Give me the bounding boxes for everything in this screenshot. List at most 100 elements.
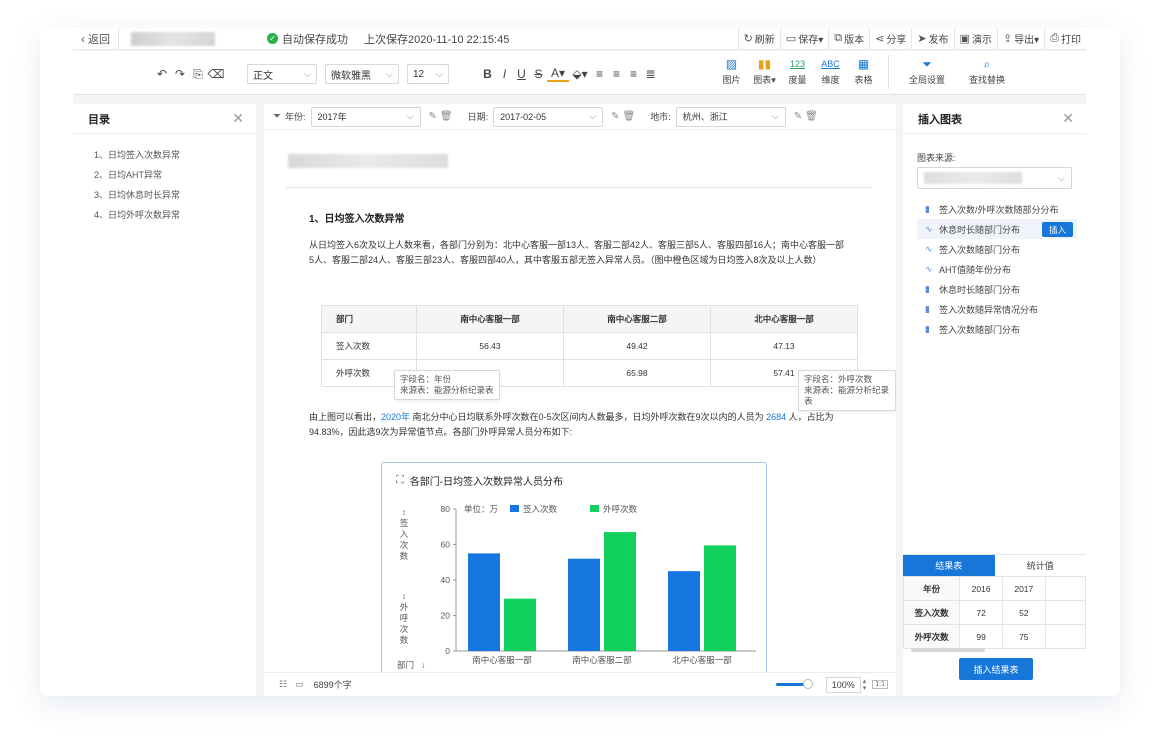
year-filter-select[interactable]: 2017年 ⌵ <box>310 106 421 127</box>
chart-list-item[interactable]: ▮ 签入次数/外呼次数随部分分布 <box>917 199 1077 219</box>
paragraph-2-text: 南北分中心日均联系外呼次数在0-5次区间内人数最多，日均外呼次数在9次以内的人员… <box>410 412 767 422</box>
table-cell[interactable]: 年份 <box>902 576 961 601</box>
date-filter-select[interactable]: 2017-02-05 ⌵ <box>493 106 604 127</box>
italic-icon[interactable]: I <box>496 67 513 81</box>
table-cell[interactable]: 2016 <box>959 576 1003 601</box>
insert-chart-button[interactable]: ▮▮ 图表▾ <box>748 55 781 89</box>
fit-page-icon[interactable]: 1:1 <box>872 680 888 689</box>
table-cell[interactable]: 签入次数 <box>902 600 961 625</box>
line-chart-icon: ∿ <box>925 263 933 274</box>
align-left-icon[interactable]: ≡ <box>591 67 608 81</box>
global-settings-button[interactable]: ⏷ 全局设置 <box>897 55 957 89</box>
chart-list-item[interactable]: ▮ 签入次数随异常情况分布 <box>917 299 1077 319</box>
paragraph-1[interactable]: 从日均签入6次及以上人数来看，各部门分别为：北中心客服一部13人、客服二部42人… <box>309 238 849 268</box>
insert-dimension-button[interactable]: ABC 维度 <box>814 55 847 89</box>
table-cell[interactable] <box>1044 600 1087 625</box>
table-cell[interactable]: 47.13 <box>710 332 858 360</box>
undo-icon[interactable]: ↶ <box>153 67 171 81</box>
close-icon[interactable]: ✕ <box>232 110 244 127</box>
chart-list-item[interactable]: ∿ AHT值随年份分布 <box>917 259 1077 279</box>
top-action-button[interactable]: ▭ 保存▾ <box>779 28 828 50</box>
top-action-button[interactable]: ▣ 演示 <box>953 28 997 50</box>
insert-result-button[interactable]: 插入结果表 <box>959 658 1033 680</box>
chart-list-item[interactable]: ▮ 休息时长随部门分布 <box>917 279 1077 299</box>
bound-field-year[interactable]: 2020年 <box>381 412 410 422</box>
horizontal-scrollbar[interactable] <box>911 648 985 652</box>
city-filter-select[interactable]: 杭州、浙江 ⌵ <box>675 106 786 127</box>
table-cell[interactable]: 外呼次数 <box>902 624 961 649</box>
result-tab[interactable]: 结果表 <box>903 555 995 576</box>
top-action-button[interactable]: ⋖ 分享 <box>869 28 911 50</box>
insert-measure-button[interactable]: 123 度量 <box>781 55 814 89</box>
table-cell[interactable]: 52 <box>1001 600 1046 625</box>
table-cell[interactable]: 72 <box>959 600 1003 625</box>
comment-icon[interactable]: ▭ <box>295 679 304 690</box>
sort-icon: ↕ <box>401 591 407 601</box>
table-cell[interactable] <box>1044 576 1087 601</box>
bar-outbound <box>504 598 536 651</box>
highlight-icon[interactable]: ⬙▾ <box>569 67 591 81</box>
find-replace-button[interactable]: ⌕ 查找替换 <box>957 55 1017 89</box>
align-right-icon[interactable]: ≡ <box>625 67 642 81</box>
chart-list: ▮ 签入次数/外呼次数随部分分布 ∿ 休息时长随部门分布 插入 ∿ 签入次数随部门分布 ∿ AH… <box>917 199 1077 339</box>
table-cell[interactable]: 75 <box>1001 624 1046 649</box>
top-action-label: 发布 <box>928 35 949 46</box>
table-cell[interactable]: 签入次数 <box>321 332 417 360</box>
publish-icon: ➤ <box>917 33 927 45</box>
edit-delete-icons[interactable]: ✎🗑 <box>429 111 456 122</box>
edit-delete-icons[interactable]: ✎🗑 <box>611 111 638 122</box>
table-cell[interactable] <box>1044 624 1087 649</box>
zoom-slider[interactable] <box>775 679 813 689</box>
top-action-button[interactable]: ↻ 刷新 <box>737 28 780 50</box>
top-action-button[interactable]: ⧉ 版本 <box>828 28 869 50</box>
align-center-icon[interactable]: ≡ <box>608 67 625 81</box>
chart-list-item[interactable]: ∿ 签入次数随部门分布 <box>917 239 1077 259</box>
paragraph-style-select[interactable]: 正文 ⌵ <box>247 64 317 84</box>
toc-item[interactable]: 2、日均AHT异常 <box>94 168 256 188</box>
font-size-select[interactable]: 12 ⌵ <box>407 64 449 84</box>
table-cell[interactable]: 99 <box>959 624 1003 649</box>
strikethrough-icon[interactable]: S <box>530 67 547 81</box>
zoom-slider-handle[interactable] <box>802 679 813 689</box>
back-button[interactable]: ‹ 返回 <box>73 28 119 50</box>
edit-delete-icons[interactable]: ✎🗑 <box>794 111 821 122</box>
toc-item[interactable]: 1、日均签入次数异常 <box>94 148 256 168</box>
table-cell[interactable]: 65.98 <box>563 359 711 387</box>
zoom-stepper-icon[interactable]: ▴ ▾ <box>863 678 867 692</box>
align-justify-icon[interactable]: ≣ <box>642 67 659 81</box>
font-color-icon[interactable]: A▾ <box>547 66 569 82</box>
toc-item[interactable]: 4、日均外呼次数异常 <box>94 208 256 228</box>
table-cell[interactable]: 2017 <box>1001 576 1046 601</box>
chart-list-item[interactable]: ▮ 签入次数随部门分布 <box>917 319 1077 339</box>
embedded-chart[interactable]: ⛶ 各部门-日均签入次数异常人员分布 ↕ 签入次数 ↕ 外呼次数 80 60 40 2… <box>381 462 767 692</box>
underline-icon[interactable]: U <box>513 67 530 81</box>
bold-icon[interactable]: B <box>479 67 496 81</box>
result-tab[interactable]: 统计值 <box>995 555 1087 576</box>
format-painter-icon[interactable]: ⎘ <box>189 67 207 82</box>
result-table[interactable]: 年份 2016 2017 签入次数 72 52 外呼次数 99 75 <box>902 576 1087 649</box>
list-icon[interactable]: ☷ <box>279 679 287 690</box>
insert-chart-button[interactable]: 插入 <box>1041 222 1073 237</box>
top-action-button[interactable]: ➤ 发布 <box>911 28 953 50</box>
close-icon[interactable]: ✕ <box>1062 110 1074 127</box>
top-action-button[interactable]: ⎙ 打印 <box>1044 28 1086 50</box>
insert-table-button[interactable]: ▦ 表格 <box>847 55 880 89</box>
bar-chart-icon: ▮ <box>925 283 930 294</box>
bar-outbound <box>604 532 636 651</box>
zoom-input[interactable]: 100% <box>825 676 861 693</box>
toc-item[interactable]: 3、日均休息时长异常 <box>94 188 256 208</box>
redo-icon[interactable]: ↷ <box>171 67 189 81</box>
font-family-select[interactable]: 微软雅黑 ⌵ <box>325 64 399 84</box>
table-cell[interactable]: 49.42 <box>563 332 711 360</box>
chart-list-item[interactable]: ∿ 休息时长随部门分布 插入 <box>917 219 1077 239</box>
bar-chart-icon: ▮ <box>925 203 930 214</box>
chart-source-select[interactable]: ⌵ <box>917 167 1072 189</box>
section-heading[interactable]: 1、日均签入次数异常 <box>309 210 405 225</box>
insert-image-button[interactable]: ▨ 图片 <box>715 55 748 89</box>
bound-field-count[interactable]: 2684 <box>766 412 786 422</box>
top-action-button[interactable]: ⇪ 导出▾ <box>996 28 1044 50</box>
clear-format-icon[interactable]: ⌫ <box>207 67 225 81</box>
table-cell[interactable]: 56.43 <box>416 332 564 360</box>
paragraph-2[interactable]: 由上图可以看出，2020年 南北分中心日均联系外呼次数在0-5次区间内人数最多，… <box>309 410 849 440</box>
zoom-controls: 100% ▴ ▾ 1:1 <box>775 676 888 693</box>
